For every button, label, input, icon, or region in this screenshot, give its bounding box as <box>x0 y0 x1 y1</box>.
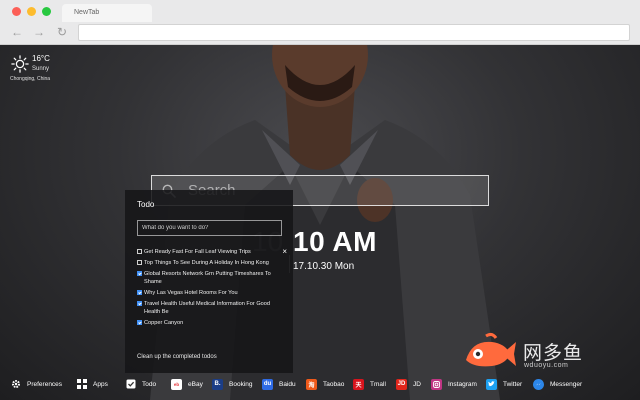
apps-label: Apps <box>93 380 108 388</box>
preferences-label: Preferences <box>27 380 63 388</box>
todo-button[interactable]: Todo <box>126 378 156 390</box>
taobao-icon: 淘 <box>306 378 317 390</box>
todo-title: Todo <box>137 200 155 209</box>
todo-checkbox[interactable] <box>137 271 142 276</box>
instagram-icon <box>431 378 442 390</box>
close-icon[interactable]: × <box>282 248 287 256</box>
jd-icon: JD <box>396 378 407 390</box>
todo-item[interactable]: Top Things To See During A Holiday In Ho… <box>137 259 285 267</box>
close-window-button[interactable] <box>12 7 21 16</box>
minimize-window-button[interactable] <box>27 7 36 16</box>
instagram-shortcut[interactable]: Instagram <box>431 378 477 390</box>
sun-icon <box>11 55 29 73</box>
booking-icon: B. <box>212 378 223 390</box>
messenger-shortcut[interactable]: Messenger <box>533 378 582 390</box>
ebay-icon: eb <box>171 378 182 390</box>
checkbox-icon <box>126 379 136 389</box>
todo-item[interactable]: Get Ready Fast For Fall Leaf Viewing Tri… <box>137 248 287 256</box>
taobao-label: Taobao <box>323 380 345 388</box>
gear-icon <box>12 380 20 388</box>
browser-tab[interactable]: NewTab <box>62 4 152 22</box>
clock-time: 10 AM <box>293 226 377 257</box>
maximize-window-button[interactable] <box>42 7 51 16</box>
todo-item-text: Get Ready Fast For Fall Leaf Viewing Tri… <box>144 249 251 255</box>
weather-location: Chongqing, China <box>10 76 51 82</box>
todo-item-text: Top Things To See During A Holiday In Ho… <box>144 260 269 266</box>
twitter-label: Twitter <box>503 380 523 388</box>
watermark-url: wduoyu.com <box>524 362 569 369</box>
tab-title: NewTab <box>74 9 100 16</box>
todo-checkbox[interactable] <box>137 320 142 325</box>
tmall-label: Tmall <box>370 380 386 388</box>
todo-item-text: Travel Health Useful Medical Information… <box>144 301 271 315</box>
ebay-label: eBay <box>188 380 203 388</box>
weather-condition: Sunny <box>32 66 50 72</box>
todo-input[interactable] <box>137 220 282 236</box>
todo-checkbox[interactable] <box>137 260 142 265</box>
back-arrow-icon[interactable]: ← <box>11 26 23 38</box>
todo-item[interactable]: Travel Health Useful Medical Information… <box>137 300 285 316</box>
jd-label: JD <box>413 380 421 388</box>
twitter-icon <box>486 378 497 390</box>
todo-item[interactable]: Why Las Vegas Hotel Rooms For You <box>137 289 285 297</box>
apps-button[interactable]: Apps <box>77 378 108 390</box>
clean-completed-todos-link[interactable]: Clean up the completed todos <box>137 354 217 360</box>
messenger-label: Messenger <box>550 380 583 388</box>
ebay-shortcut[interactable]: eb eBay <box>171 378 203 390</box>
messenger-icon <box>533 378 544 390</box>
todo-item[interactable]: Copper Canyon <box>137 319 285 327</box>
todo-label: Todo <box>142 380 157 388</box>
baidu-label: Baidu <box>279 380 296 388</box>
weather-temperature: 16°C <box>32 54 50 63</box>
fish-logo-icon <box>466 332 516 367</box>
todo-item-text: Why Las Vegas Hotel Rooms For You <box>144 290 238 296</box>
preferences-button[interactable]: Preferences <box>11 378 62 390</box>
todo-checkbox[interactable] <box>137 301 142 306</box>
grid-icon <box>77 379 87 389</box>
baidu-shortcut[interactable]: du Baidu <box>262 378 296 390</box>
tmall-shortcut[interactable]: 天 Tmall <box>353 378 386 390</box>
booking-label: Booking <box>229 380 253 388</box>
todo-panel: Todo Get Ready Fast For Fall Leaf Viewin… <box>125 190 293 373</box>
todo-checkbox[interactable] <box>137 290 142 295</box>
baidu-icon: du <box>262 378 273 390</box>
instagram-label: Instagram <box>448 380 477 388</box>
bottom-bar: Preferences Apps Todo eb eBay B. Booking… <box>0 373 640 395</box>
clock-date: 17.10.30 Mon <box>293 261 355 272</box>
reload-icon[interactable]: ↻ <box>57 26 67 38</box>
todo-item-text: Copper Canyon <box>144 320 184 326</box>
todo-item-text: Global Resorts Network Grn Putting Times… <box>144 271 271 285</box>
address-bar[interactable] <box>78 24 630 41</box>
twitter-shortcut[interactable]: Twitter <box>486 378 522 390</box>
booking-shortcut[interactable]: B. Booking <box>212 378 253 390</box>
browser-chrome: NewTab ← → ↻ <box>0 0 640 45</box>
taobao-shortcut[interactable]: 淘 Taobao <box>306 378 344 390</box>
todo-checkbox[interactable] <box>137 249 142 254</box>
jd-shortcut[interactable]: JD JD <box>396 378 421 390</box>
forward-arrow-icon[interactable]: → <box>33 26 45 38</box>
todo-list: Get Ready Fast For Fall Leaf Viewing Tri… <box>137 248 287 330</box>
watermark-name: 网多鱼 <box>523 342 584 364</box>
todo-item[interactable]: Global Resorts Network Grn Putting Times… <box>137 270 285 286</box>
tmall-icon: 天 <box>353 378 364 390</box>
